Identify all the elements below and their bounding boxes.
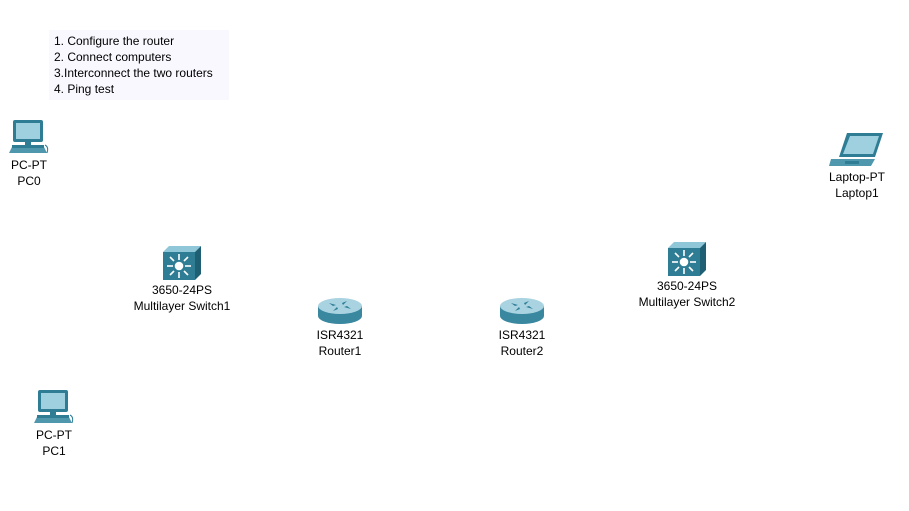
device-router2[interactable]: ISR4321 Router2 (487, 297, 557, 359)
router-icon (318, 298, 362, 324)
device-name-label: Router2 (500, 344, 544, 358)
desktop-pc-icon (34, 390, 74, 424)
device-laptop1[interactable]: Laptop-PT Laptop1 (822, 131, 892, 201)
note-line-2: 2. Connect computers (54, 50, 172, 64)
device-pc0[interactable]: PC-PT PC0 (6, 119, 52, 189)
device-multilayer-switch1[interactable]: 3650-24PS Multilayer Switch1 (122, 246, 242, 314)
multilayer-switch-icon (668, 242, 706, 276)
device-model-label: PC-PT (11, 158, 47, 172)
device-model-label: 3650-24PS (656, 279, 718, 293)
multilayer-switch-icon (163, 246, 201, 280)
device-router1[interactable]: ISR4321 Router1 (305, 297, 375, 359)
router-icon (500, 298, 544, 324)
note-line-1: 1. Configure the router (54, 34, 175, 48)
instruction-note[interactable]: 1. Configure the router 2. Connect compu… (49, 30, 229, 100)
device-name-label: Laptop1 (835, 186, 879, 200)
note-line-3: 3.Interconnect the two routers (54, 66, 213, 80)
device-multilayer-switch2[interactable]: 3650-24PS Multilayer Switch2 (627, 242, 747, 310)
device-model-label: PC-PT (36, 428, 72, 442)
note-line-4: 4. Ping test (54, 82, 115, 96)
desktop-pc-icon (9, 120, 49, 154)
device-name-label: PC1 (42, 444, 66, 458)
device-name-label: PC0 (17, 174, 41, 188)
device-model-label: Laptop-PT (828, 170, 886, 184)
device-model-label: 3650-24PS (151, 283, 213, 297)
device-pc1[interactable]: PC-PT PC1 (31, 389, 77, 459)
workspace-canvas[interactable]: 1. Configure the router 2. Connect compu… (0, 0, 909, 511)
device-model-label: ISR4321 (498, 328, 546, 342)
device-name-label: Multilayer Switch2 (638, 295, 736, 309)
device-name-label: Multilayer Switch1 (133, 299, 231, 313)
laptop-icon (829, 133, 883, 166)
device-model-label: ISR4321 (316, 328, 364, 342)
device-name-label: Router1 (318, 344, 362, 358)
